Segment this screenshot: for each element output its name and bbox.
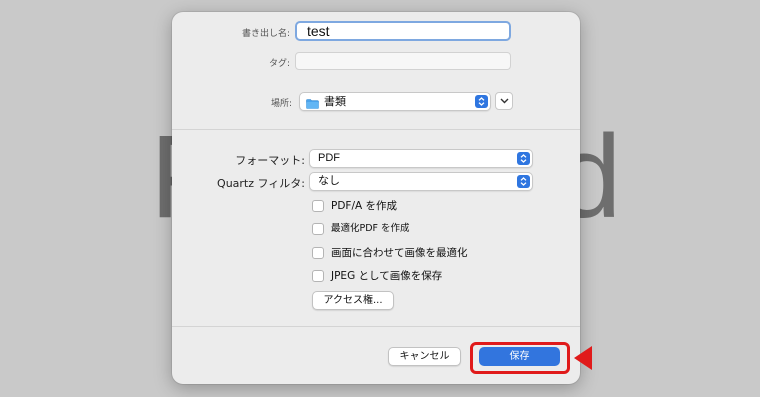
- quartz-filter-select[interactable]: なし: [309, 172, 533, 191]
- expand-button[interactable]: [495, 92, 513, 110]
- location-select[interactable]: 書類: [299, 92, 491, 111]
- chevron-down-icon: [496, 98, 512, 104]
- folder-icon: [306, 97, 319, 114]
- checkbox-fit-images[interactable]: [312, 247, 324, 259]
- divider-bottom: [172, 326, 580, 327]
- checkbox-save-jpeg[interactable]: [312, 270, 324, 282]
- save-highlight-box: [470, 342, 570, 374]
- location-value: 書類: [324, 95, 346, 108]
- access-permissions-button[interactable]: アクセス権...: [312, 291, 394, 310]
- format-label: フォーマット:: [235, 154, 305, 167]
- tags-input[interactable]: [295, 52, 511, 70]
- checkbox-pdfa[interactable]: [312, 200, 324, 212]
- stepper-icon: [517, 152, 530, 165]
- option-label: JPEG として画像を保存: [331, 270, 443, 282]
- option-label: 画面に合わせて画像を最適化: [331, 247, 468, 259]
- stepper-icon: [475, 95, 488, 108]
- quartz-filter-value: なし: [318, 175, 340, 187]
- filename-input[interactable]: test: [295, 21, 511, 41]
- cancel-button[interactable]: キャンセル: [388, 347, 461, 366]
- pointer-arrow-icon: [574, 346, 592, 374]
- tags-label: タグ:: [268, 59, 290, 69]
- stepper-icon: [517, 175, 530, 188]
- divider-top: [172, 129, 580, 130]
- option-label: PDF/A を作成: [331, 200, 398, 212]
- format-value: PDF: [318, 152, 340, 164]
- save-dialog: 書き出し名: test タグ: 場所: 書類 フォーマット: PDF Quart…: [172, 12, 580, 384]
- option-label: 最適化PDF を作成: [331, 223, 410, 234]
- export-as-label: 書き出し名:: [241, 29, 290, 39]
- checkbox-optimized-pdf[interactable]: [312, 223, 324, 235]
- quartz-filter-label: Quartz フィルタ:: [217, 177, 305, 190]
- location-label: 場所:: [270, 99, 292, 109]
- format-select[interactable]: PDF: [309, 149, 533, 168]
